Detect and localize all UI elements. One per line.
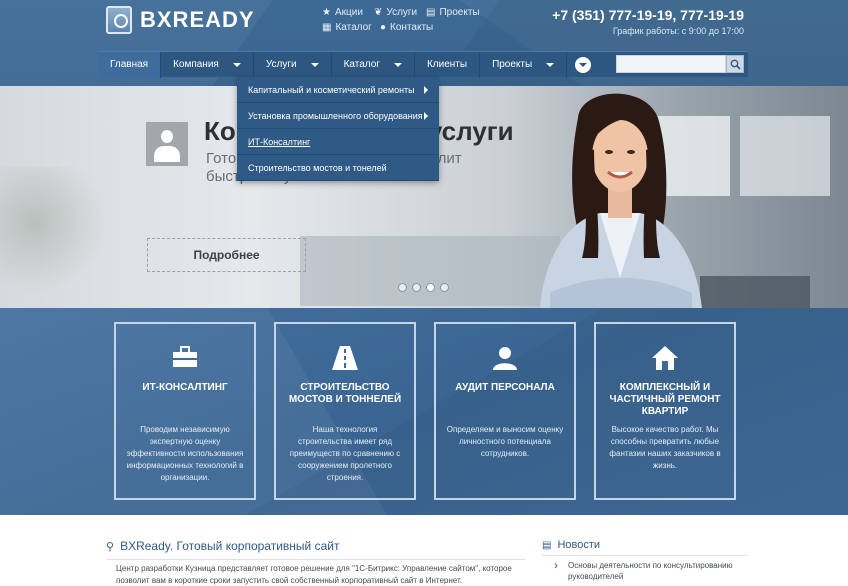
top-link-label: Услуги bbox=[386, 7, 418, 18]
divider bbox=[106, 559, 526, 560]
service-title: АУДИТ ПЕРСОНАЛА bbox=[455, 382, 555, 393]
chevron-right-icon bbox=[424, 111, 428, 120]
more-menu-button[interactable] bbox=[575, 56, 592, 73]
dropdown-label: ИТ-Консалтинг bbox=[248, 136, 311, 147]
top-link-contacts[interactable]: ● Контакты bbox=[380, 22, 433, 33]
more-button[interactable]: Подробнее bbox=[147, 238, 306, 272]
working-hours: График работы: с 9:00 до 17:00 bbox=[612, 26, 744, 36]
pin-icon: ⚲ bbox=[106, 540, 115, 553]
dropdown-label: Строительство мостов и тонелей bbox=[248, 162, 387, 173]
star-icon: ★ bbox=[322, 7, 331, 18]
nav-label: Проекты bbox=[492, 59, 533, 70]
about-heading: ⚲ BXReady. Готовый корпоративный сайт bbox=[106, 539, 339, 553]
news-title: Новости bbox=[557, 539, 601, 551]
leaf-icon: ❦ bbox=[374, 7, 383, 18]
phone-number[interactable]: +7 (351) 777-19-19, 777-19-19 bbox=[552, 7, 744, 23]
service-text: Проводим независимую экспертную оценку э… bbox=[126, 425, 244, 482]
briefcase-icon bbox=[173, 346, 197, 367]
logo-text: BXREADY bbox=[140, 7, 255, 32]
dropdown-item-bridges[interactable]: Строительство мостов и тонелей bbox=[237, 155, 439, 181]
chevron-down-icon bbox=[393, 62, 402, 67]
nav-label: Главная bbox=[110, 59, 149, 70]
dropdown-label: Установка промышленного оборудования bbox=[248, 110, 423, 121]
services-dropdown: Капитальный и косметический ремонты Уста… bbox=[237, 77, 439, 181]
road-icon bbox=[332, 346, 358, 370]
nav-label: Каталог bbox=[343, 59, 380, 70]
hero-background-window bbox=[740, 116, 830, 196]
chevron-right-icon bbox=[424, 85, 428, 94]
service-text: Высокое качество работ. Мы способны прев… bbox=[609, 425, 721, 470]
hero-woman-photo bbox=[540, 93, 702, 308]
services-section: ИТ-КОНСАЛТИНГ Проводим независимую экспе… bbox=[0, 308, 848, 515]
dropdown-item-repair[interactable]: Капитальный и косметический ремонты bbox=[237, 77, 439, 103]
service-title: КОМПЛЕКСНЫЙ И ЧАСТИЧНЫЙ РЕМОНТ КВАРТИР bbox=[609, 382, 721, 417]
dropdown-item-equipment[interactable]: Установка промышленного оборудования bbox=[237, 103, 439, 129]
about-text: Центр разработки Кузница представляет го… bbox=[116, 564, 512, 585]
top-link-projects[interactable]: ▤ Проекты bbox=[426, 7, 480, 18]
about-title: BXReady. Готовый корпоративный сайт bbox=[120, 539, 340, 553]
nav-item-catalog[interactable]: Каталог bbox=[332, 51, 415, 78]
service-title: СТРОИТЕЛЬСТВО МОСТОВ И ТОННЕЛЕЙ bbox=[288, 382, 402, 405]
nav-item-home[interactable]: Главная bbox=[98, 51, 162, 78]
top-link-catalog[interactable]: ▦ Каталог bbox=[322, 22, 372, 33]
home-icon bbox=[652, 346, 678, 370]
slider-dot[interactable] bbox=[412, 283, 421, 292]
person-icon: ● bbox=[380, 22, 387, 33]
slider-dots bbox=[398, 283, 449, 292]
service-card-bridges[interactable]: СТРОИТЕЛЬСТВО МОСТОВ И ТОННЕЛЕЙ Наша тех… bbox=[274, 322, 416, 500]
grid-icon: ▦ bbox=[322, 22, 332, 33]
nav-label: Клиенты bbox=[426, 59, 468, 70]
logo[interactable]: BXREADY bbox=[106, 6, 255, 34]
top-link-label: Каталог bbox=[335, 22, 372, 33]
service-title: ИТ-КОНСАЛТИНГ bbox=[142, 382, 228, 393]
divider bbox=[542, 555, 748, 556]
service-text: Определяем и выносим оценку личностного … bbox=[446, 425, 564, 458]
nav-label: Компания bbox=[173, 59, 219, 70]
chevron-down-icon bbox=[310, 62, 319, 67]
user-icon bbox=[493, 347, 517, 370]
content-section: ⚲ BXReady. Готовый корпоративный сайт Це… bbox=[0, 515, 848, 586]
nav-label: Услуги bbox=[265, 59, 297, 70]
top-link-label: Акции bbox=[334, 7, 363, 18]
slider-dot[interactable] bbox=[440, 283, 449, 292]
search-button[interactable] bbox=[726, 55, 744, 73]
top-link-label: Контакты bbox=[390, 22, 434, 33]
dropdown-item-it-consulting[interactable]: ИТ-Консалтинг bbox=[237, 129, 439, 155]
search-icon bbox=[730, 59, 741, 70]
nav-item-projects[interactable]: Проекты bbox=[480, 51, 568, 78]
dropdown-label: Капитальный и косметический ремонты bbox=[248, 84, 415, 95]
top-link-services[interactable]: ❦ Услуги bbox=[374, 7, 417, 18]
news-heading: ▤ Новости bbox=[542, 539, 600, 551]
service-text: Наша технология строительства имеет ряд … bbox=[289, 425, 401, 482]
chevron-down-icon bbox=[546, 62, 555, 67]
news-item-link[interactable]: Основы деятельности по консультированию … bbox=[554, 560, 744, 582]
nav-item-clients[interactable]: Клиенты bbox=[415, 51, 481, 78]
top-link-promotions[interactable]: ★ Акции bbox=[322, 7, 363, 18]
slider-dot[interactable] bbox=[426, 283, 435, 292]
service-card-it-consulting[interactable]: ИТ-КОНСАЛТИНГ Проводим независимую экспе… bbox=[114, 322, 256, 500]
slider-dot[interactable] bbox=[398, 283, 407, 292]
user-avatar-icon bbox=[146, 122, 188, 166]
chevron-down-icon bbox=[232, 62, 241, 67]
document-icon: ▤ bbox=[426, 7, 436, 18]
search-input[interactable] bbox=[616, 55, 726, 73]
logo-icon bbox=[106, 6, 132, 34]
top-link-label: Проекты bbox=[439, 7, 480, 18]
hero-background-plant bbox=[0, 166, 120, 306]
chevron-down-icon bbox=[579, 62, 588, 67]
service-card-audit[interactable]: АУДИТ ПЕРСОНАЛА Определяем и выносим оце… bbox=[434, 322, 576, 500]
nav-item-company[interactable]: Компания bbox=[161, 51, 254, 78]
service-card-renovation[interactable]: КОМПЛЕКСНЫЙ И ЧАСТИЧНЫЙ РЕМОНТ КВАРТИР В… bbox=[594, 322, 736, 500]
list-icon: ▤ bbox=[542, 539, 552, 551]
nav-item-services[interactable]: Услуги bbox=[254, 51, 332, 78]
